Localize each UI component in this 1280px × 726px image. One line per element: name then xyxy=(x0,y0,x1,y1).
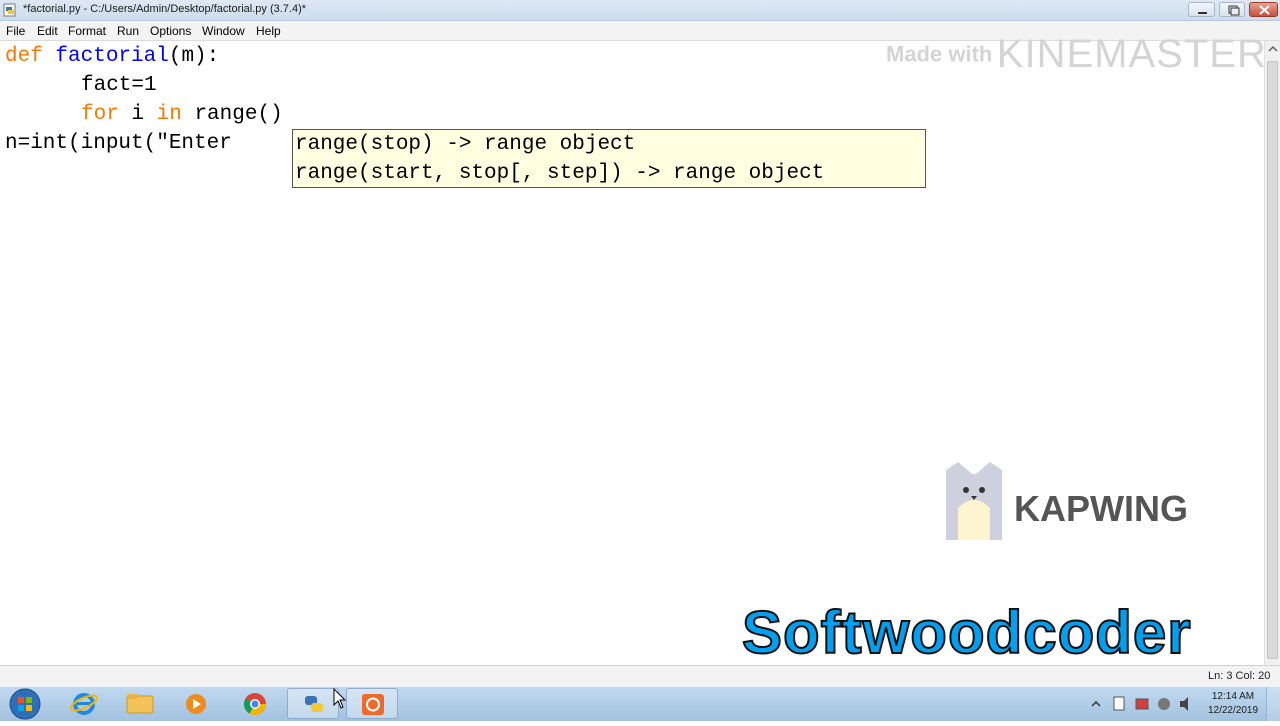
menu-format[interactable]: Format xyxy=(68,24,106,38)
softwoodcoder-watermark: Softwoodcoder xyxy=(741,598,1192,667)
kinemaster-app-icon xyxy=(362,694,384,715)
taskbar-chrome[interactable] xyxy=(229,688,281,719)
window-title: *factorial.py - C:/Users/Admin/Desktop/f… xyxy=(23,3,307,15)
scroll-thumb[interactable] xyxy=(1267,61,1278,659)
close-icon xyxy=(1259,5,1270,15)
taskbar-kinemaster[interactable] xyxy=(346,688,398,719)
scroll-up-arrow-icon[interactable] xyxy=(1268,45,1278,53)
made-with-text: Made with xyxy=(886,41,993,67)
kinemaster-watermark: Made with KINEMASTER xyxy=(886,32,1267,77)
code-text: n=int(input("Enter xyxy=(5,132,245,155)
code-line-3: for i in range() xyxy=(81,103,283,126)
restore-icon xyxy=(1228,5,1240,16)
clock-time: 12:14 AM xyxy=(1211,691,1255,702)
minimize-icon xyxy=(1198,12,1207,14)
action-center-icon xyxy=(1113,696,1125,711)
start-button[interactable] xyxy=(4,688,46,720)
taskbar-internet-explorer[interactable] xyxy=(58,688,110,719)
system-tray-icons xyxy=(1091,696,1188,711)
function-name: factorial xyxy=(42,45,169,68)
menu-file[interactable]: File xyxy=(6,24,25,38)
vertical-scrollbar[interactable] xyxy=(1264,41,1280,665)
status-bar: Ln: 3 Col: 20 xyxy=(0,665,1280,686)
title-bar: *factorial.py - C:/Users/Admin/Desktop/f… xyxy=(0,0,1280,21)
minimize-button[interactable] xyxy=(1188,2,1215,17)
maximize-button[interactable] xyxy=(1219,2,1245,17)
clock-date: 12/22/2019 xyxy=(1207,705,1259,716)
python-file-icon xyxy=(3,3,16,17)
calltip-popup: range(stop) -> range object range(start,… xyxy=(292,129,926,188)
kapwing-wordmark: KAPWING xyxy=(1014,488,1188,529)
kapwing-cat-icon xyxy=(946,462,1002,540)
taskbar-media-player[interactable] xyxy=(170,688,222,719)
code-text: fact=1 xyxy=(81,74,157,97)
chrome-icon xyxy=(244,693,266,715)
media-player-icon xyxy=(186,694,206,714)
show-hidden-icons-icon xyxy=(1091,700,1101,707)
taskbar-file-explorer[interactable] xyxy=(114,688,166,719)
calltip-line-1: range(stop) -> range object xyxy=(295,133,636,156)
menu-help[interactable]: Help xyxy=(256,24,281,38)
code-line-4: n=int(input("Enter xyxy=(5,132,244,155)
code-line-2: fact=1 xyxy=(81,74,157,97)
code-line-1: def factorial(m): xyxy=(5,45,219,68)
calltip-line-2: range(start, stop[, step]) -> range obje… xyxy=(295,162,825,185)
windows-start-icon xyxy=(9,688,41,720)
internet-explorer-icon xyxy=(70,693,98,715)
code-text: (m): xyxy=(168,45,220,68)
folder-icon xyxy=(126,694,154,714)
taskbar: 12:14 AM 12/22/2019 xyxy=(0,686,1280,721)
taskbar-python-idle[interactable] xyxy=(287,688,339,719)
network-icon xyxy=(1135,698,1149,710)
menu-run[interactable]: Run xyxy=(117,24,139,38)
menu-options[interactable]: Options xyxy=(150,24,191,38)
keyword-for: for xyxy=(81,103,119,126)
code-text: () xyxy=(257,103,283,126)
settings-tray-icon xyxy=(1158,698,1170,710)
builtin-range: range xyxy=(194,103,258,126)
keyword-def: def xyxy=(5,45,43,68)
cursor-position: Ln: 3 Col: 20 xyxy=(1208,670,1271,682)
taskbar-clock[interactable]: 12:14 AM 12/22/2019 xyxy=(1204,690,1262,718)
keyword-in: in xyxy=(156,103,182,126)
show-desktop-button[interactable] xyxy=(1266,687,1280,721)
mouse-cursor-icon xyxy=(333,688,347,709)
code-text: i xyxy=(118,103,157,126)
kinemaster-text: KINEMASTER xyxy=(996,32,1267,76)
system-tray xyxy=(1086,687,1206,721)
volume-icon xyxy=(1180,697,1188,711)
close-button[interactable] xyxy=(1249,2,1278,17)
menu-window[interactable]: Window xyxy=(202,24,245,38)
menu-edit[interactable]: Edit xyxy=(37,24,58,38)
